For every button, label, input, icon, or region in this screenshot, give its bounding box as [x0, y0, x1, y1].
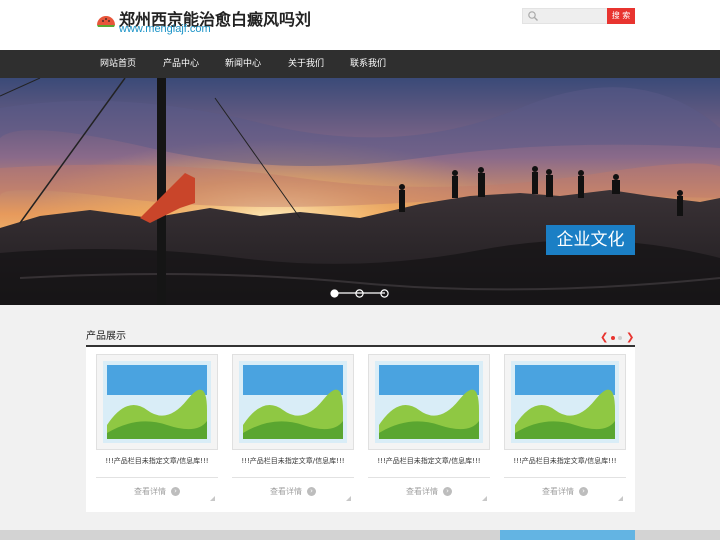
search-icon	[528, 11, 538, 21]
product-card[interactable]: !!!产品栏目未指定文章/信息库!!! 查看详情 ›	[86, 347, 218, 512]
nav-item-products[interactable]: 产品中心	[163, 50, 199, 78]
card-divider	[232, 477, 354, 478]
placeholder-image-icon	[103, 361, 211, 443]
pager-dot-1[interactable]	[611, 336, 615, 340]
slider-dot-2[interactable]	[355, 289, 364, 298]
banner-caption[interactable]: 企业文化	[546, 225, 635, 255]
slider-dot-3[interactable]	[380, 289, 389, 298]
nav-item-home[interactable]: 网站首页	[100, 50, 136, 78]
view-details-link[interactable]: 查看详情 ›	[368, 486, 490, 498]
nav-item-about[interactable]: 关于我们	[288, 50, 324, 78]
pager-dot-2[interactable]	[618, 336, 622, 340]
placeholder-image-icon	[375, 361, 483, 443]
view-details-label: 查看详情	[270, 487, 302, 496]
card-divider	[368, 477, 490, 478]
product-title[interactable]: !!!产品栏目未指定文章/信息库!!!	[232, 456, 354, 466]
search-box	[522, 8, 608, 24]
footer-highlight	[500, 530, 635, 540]
search-input[interactable]	[541, 9, 605, 23]
product-image[interactable]	[96, 354, 218, 450]
nav-item-news[interactable]: 新闻中心	[225, 50, 261, 78]
product-image[interactable]	[232, 354, 354, 450]
product-title[interactable]: !!!产品栏目未指定文章/信息库!!!	[96, 456, 218, 466]
corner-icon	[482, 496, 487, 501]
site-header: 郑州西京能治愈白癜风吗刘 www.menglajf.com 搜 索	[0, 0, 720, 50]
watermelon-logo-icon[interactable]	[96, 10, 116, 30]
view-details-link[interactable]: 查看详情 ›	[232, 486, 354, 498]
search-button[interactable]: 搜 索	[607, 8, 635, 24]
next-arrow-icon[interactable]: ❯	[626, 333, 634, 343]
prev-arrow-icon[interactable]: ❮	[600, 333, 608, 343]
corner-icon	[618, 496, 623, 501]
slider-dot-1[interactable]	[330, 289, 339, 298]
corner-icon	[210, 496, 215, 501]
product-image[interactable]	[368, 354, 490, 450]
view-details-link[interactable]: 查看详情 ›	[96, 486, 218, 498]
placeholder-image-icon	[239, 361, 347, 443]
arrow-circle-icon: ›	[171, 487, 180, 496]
site-url[interactable]: www.menglajf.com	[119, 23, 211, 35]
arrow-circle-icon: ›	[579, 487, 588, 496]
card-divider	[96, 477, 218, 478]
view-details-label: 查看详情	[406, 487, 438, 496]
arrow-circle-icon: ›	[307, 487, 316, 496]
product-title[interactable]: !!!产品栏目未指定文章/信息库!!!	[368, 456, 490, 466]
section-title: 产品展示	[86, 331, 126, 342]
arrow-circle-icon: ›	[443, 487, 452, 496]
product-image[interactable]	[504, 354, 626, 450]
product-list: !!!产品栏目未指定文章/信息库!!! 查看详情 › !!!产品栏目未指定文章/信…	[86, 347, 635, 512]
view-details-link[interactable]: 查看详情 ›	[504, 486, 626, 498]
product-card[interactable]: !!!产品栏目未指定文章/信息库!!! 查看详情 ›	[222, 347, 354, 512]
product-card[interactable]: !!!产品栏目未指定文章/信息库!!! 查看详情 ›	[358, 347, 490, 512]
corner-icon	[346, 496, 351, 501]
view-details-label: 查看详情	[542, 487, 574, 496]
main-nav: 网站首页 产品中心 新闻中心 关于我们 联系我们	[0, 50, 720, 78]
view-details-label: 查看详情	[134, 487, 166, 496]
hero-banner[interactable]: 企业文化	[0, 78, 720, 305]
card-divider	[504, 477, 626, 478]
placeholder-image-icon	[511, 361, 619, 443]
banner-image	[0, 78, 720, 305]
product-card[interactable]: !!!产品栏目未指定文章/信息库!!! 查看详情 ›	[494, 347, 626, 512]
product-title[interactable]: !!!产品栏目未指定文章/信息库!!!	[504, 456, 626, 466]
nav-item-contact[interactable]: 联系我们	[350, 50, 386, 78]
